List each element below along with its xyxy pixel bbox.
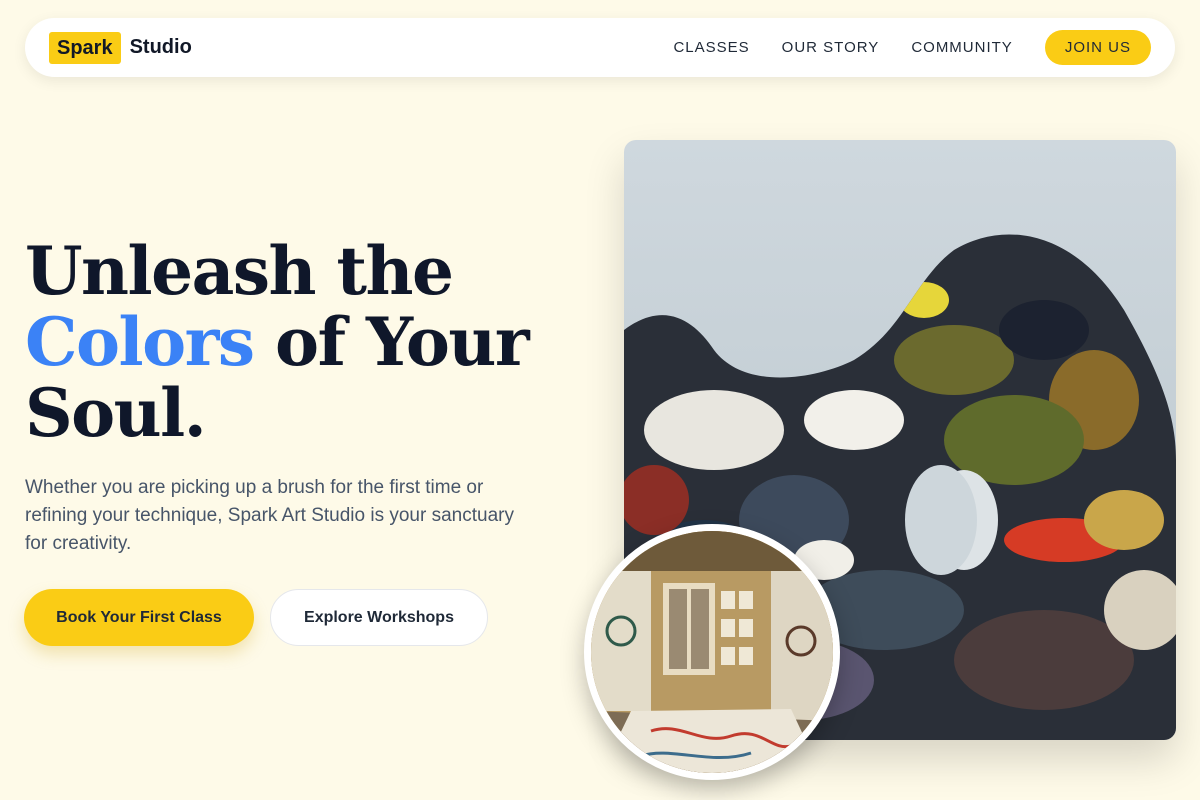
hero-subtitle: Whether you are picking up a brush for t… <box>25 477 514 554</box>
brand-logo[interactable]: Spark Studio <box>49 31 192 64</box>
nav-link-classes[interactable]: CLASSES <box>673 39 749 56</box>
hero-title-line3: Soul. <box>25 374 207 452</box>
hero-title: Unleash the Colors of Your Soul. <box>25 236 585 449</box>
nav-link-our-story[interactable]: OUR STORY <box>782 39 880 56</box>
hero-title-line2: of Your <box>253 303 530 381</box>
logo-text: Studio <box>129 36 192 58</box>
hero-title-accent: Colors <box>25 303 255 381</box>
hero-title-line1: Unleash the <box>25 232 454 310</box>
studio-room-image <box>584 524 840 780</box>
join-us-button[interactable]: JOIN US <box>1044 30 1151 65</box>
book-first-class-button[interactable]: Book Your First Class <box>24 589 254 646</box>
nav-links: CLASSES OUR STORY COMMUNITY JOIN US <box>641 30 1151 65</box>
nav-link-community[interactable]: COMMUNITY <box>911 39 1013 56</box>
explore-workshops-button[interactable]: Explore Workshops <box>270 589 488 646</box>
logo-badge: Spark <box>49 31 121 64</box>
landing-page: Spark Studio CLASSES OUR STORY COMMUNITY… <box>0 0 1200 800</box>
top-navbar: Spark Studio CLASSES OUR STORY COMMUNITY… <box>25 18 1175 77</box>
